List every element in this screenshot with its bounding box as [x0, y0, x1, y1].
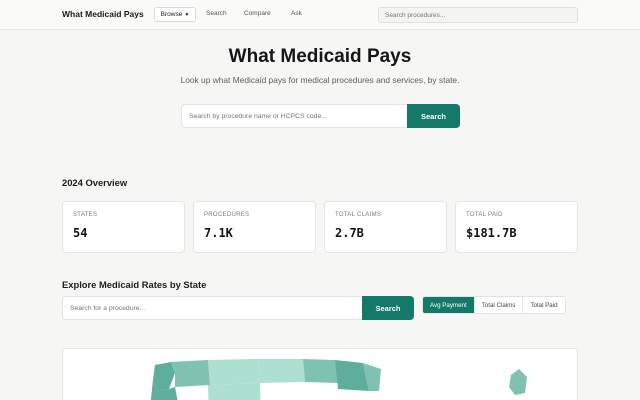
map-state[interactable]: [208, 383, 261, 400]
metric-option-total-claims[interactable]: Total Claims: [473, 297, 523, 313]
nav-search-input[interactable]: [378, 7, 578, 23]
map-state[interactable]: [509, 369, 527, 395]
map-state[interactable]: [258, 359, 305, 383]
map-state[interactable]: [303, 359, 338, 383]
procedure-search-button[interactable]: Search: [362, 296, 414, 320]
overview-title: 2024 Overview: [62, 177, 128, 188]
nav-link-ask[interactable]: Ask: [291, 10, 302, 17]
top-nav: What Medicaid Pays Browse ▼ Search Compa…: [0, 0, 640, 30]
stat-card-total-claims: TOTAL CLAIMS 2.7B: [324, 201, 447, 253]
nav-link-compare[interactable]: Compare: [244, 10, 271, 17]
metric-toggle: Avg Payment Total Claims Total Paid: [422, 296, 566, 314]
stat-value: 54: [73, 226, 88, 240]
caret-down-icon: ▼: [184, 11, 190, 18]
stat-card-procedures: PROCEDURES 7.1K: [193, 201, 316, 253]
stat-label: STATES: [73, 212, 98, 218]
explore-title: Explore Medicaid Rates by State: [62, 279, 207, 290]
stat-value: $181.7B: [466, 226, 517, 240]
stat-card-total-paid: TOTAL PAID $181.7B: [455, 201, 578, 253]
state-map-card: [62, 348, 578, 400]
stat-label: TOTAL CLAIMS: [335, 212, 382, 218]
page-title: What Medicaid Pays: [228, 46, 412, 67]
stat-card-states: STATES 54: [62, 201, 185, 253]
hero-search-input[interactable]: [181, 104, 408, 128]
brand-logo[interactable]: What Medicaid Pays: [62, 9, 144, 19]
stat-label: TOTAL PAID: [466, 212, 503, 218]
page-subtitle: Look up what Medicaid pays for medical p…: [180, 75, 460, 85]
hero-search-button[interactable]: Search: [407, 104, 460, 128]
browse-label: Browse: [160, 11, 183, 18]
nav-link-search[interactable]: Search: [206, 10, 227, 17]
us-state-map: [150, 359, 527, 400]
procedure-search-input[interactable]: [62, 296, 363, 320]
browse-dropdown-button[interactable]: Browse ▼: [154, 7, 196, 22]
metric-option-avg-payment[interactable]: Avg Payment: [423, 297, 474, 313]
stat-value: 2.7B: [335, 226, 364, 240]
map-state[interactable]: [208, 359, 260, 385]
stat-value: 7.1K: [204, 226, 233, 240]
map-state[interactable]: [171, 360, 210, 387]
metric-option-total-paid[interactable]: Total Paid: [522, 297, 564, 313]
stat-label: PROCEDURES: [204, 212, 250, 218]
map-state[interactable]: [153, 362, 175, 391]
